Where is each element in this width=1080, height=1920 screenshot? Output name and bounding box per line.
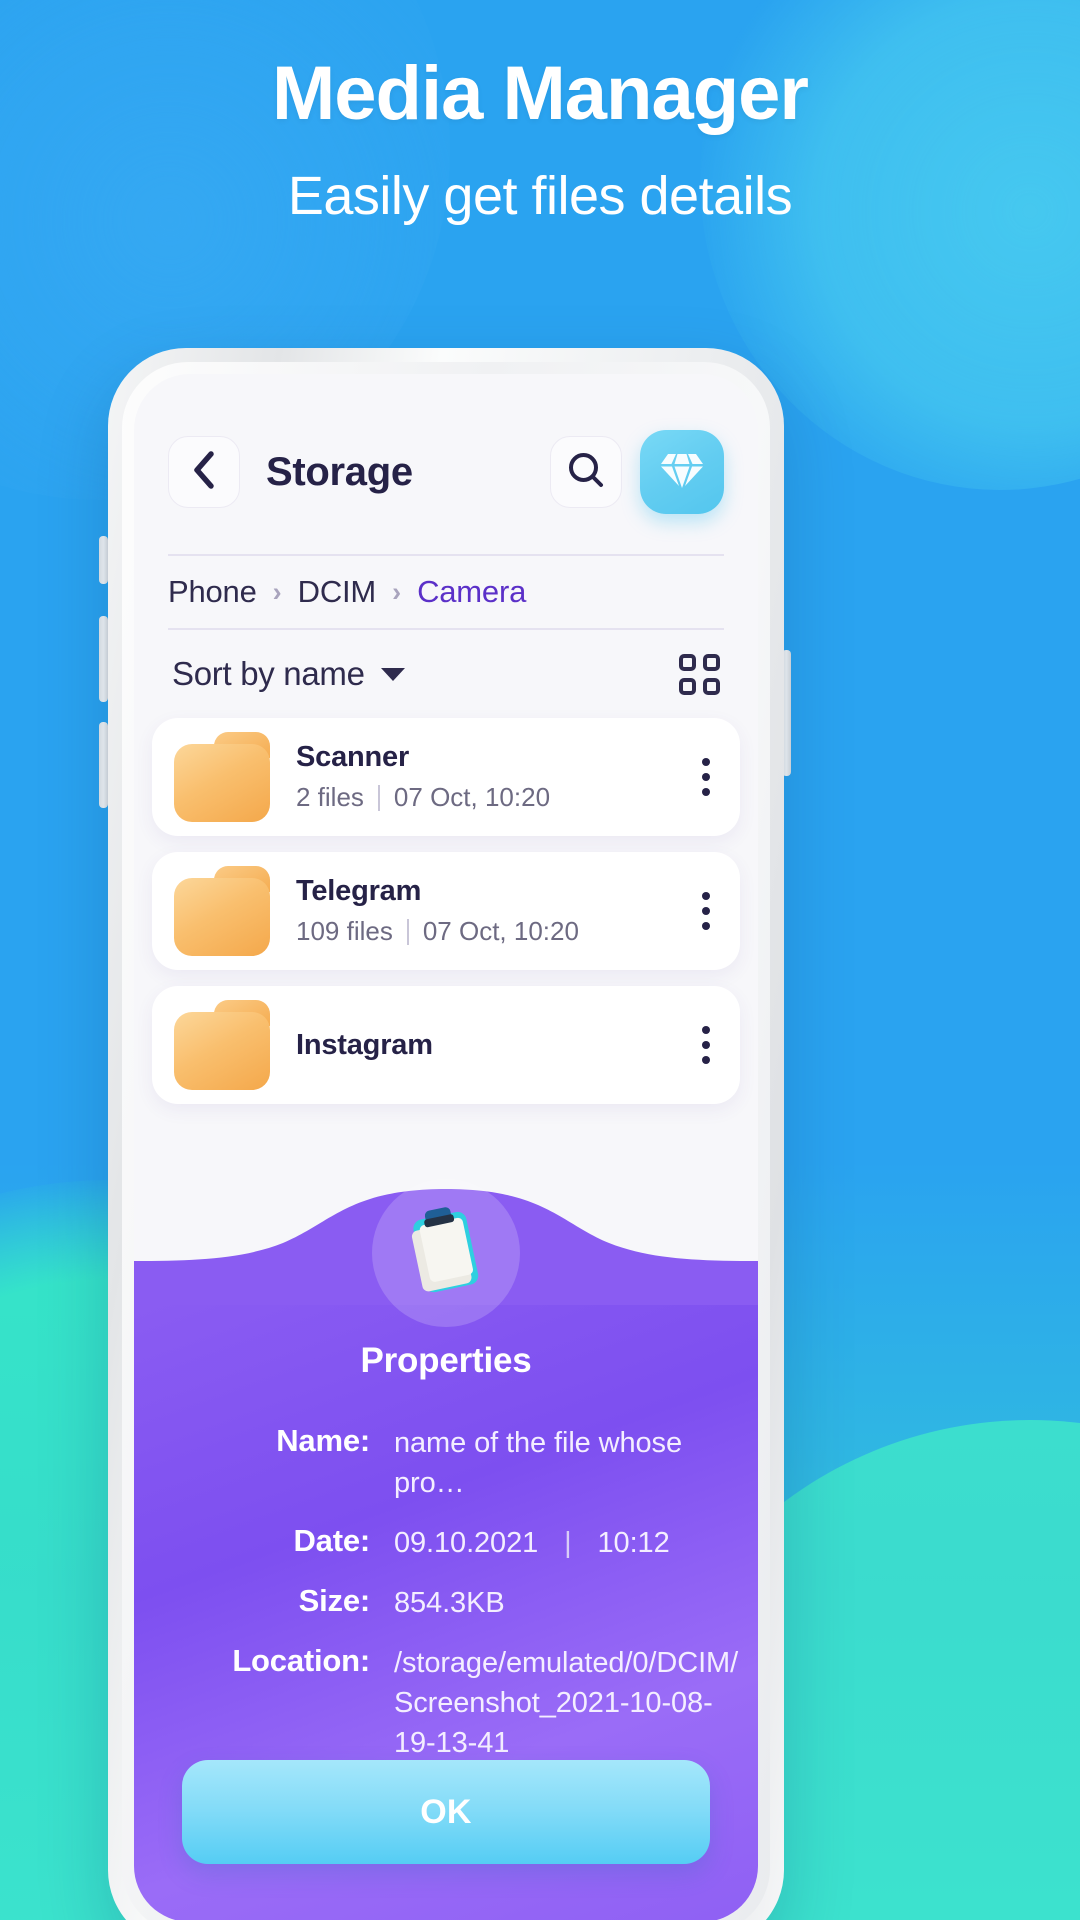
property-key: Location: — [232, 1643, 370, 1679]
breadcrumb: Phone › DCIM › Camera — [134, 556, 758, 628]
dialog-title: Properties — [360, 1341, 532, 1380]
clipboard-icon — [372, 1179, 520, 1327]
file-name: Instagram — [296, 1028, 433, 1061]
file-count: 109 files — [296, 916, 393, 946]
phone-volume-up-button[interactable] — [99, 616, 108, 702]
premium-button[interactable] — [640, 430, 724, 514]
grid-cell — [703, 677, 720, 695]
file-date: 07 Oct, 10:20 — [422, 916, 579, 946]
phone-screen: Storage Phone › DCIM › Camera Sort by na… — [134, 374, 758, 1920]
file-subtitle: 109 files 07 Oct, 10:20 — [296, 916, 702, 947]
grid-cell — [679, 653, 696, 671]
grid-cell — [679, 677, 696, 695]
phone-mute-button[interactable] — [99, 536, 108, 584]
sort-label: Sort by name — [172, 655, 365, 692]
file-name: Telegram — [296, 875, 422, 907]
property-value: 09.10.2021 | 10:12 — [394, 1523, 714, 1563]
breadcrumb-item-phone[interactable]: Phone — [168, 574, 257, 610]
property-key: Name: — [276, 1423, 370, 1458]
sheet-content: Properties Name: name of the file whose … — [134, 1335, 758, 1920]
file-date: 07 Oct, 10:20 — [393, 782, 551, 812]
kebab-menu-icon[interactable] — [702, 1026, 718, 1064]
folder-icon — [174, 732, 270, 822]
sort-dropdown[interactable]: Sort by name — [172, 655, 405, 693]
folder-icon — [174, 1000, 270, 1090]
grid-cell — [703, 653, 720, 671]
search-icon — [566, 450, 606, 495]
diamond-icon — [659, 449, 705, 496]
folder-icon — [174, 866, 270, 956]
chevron-right-icon: › — [272, 576, 282, 607]
divider — [406, 918, 409, 945]
chevron-right-icon: › — [392, 576, 402, 607]
app-header: Storage — [134, 374, 758, 556]
app-header-row: Storage — [168, 430, 724, 514]
file-meta: Telegram 109 files 07 Oct, 10:20 — [296, 875, 702, 947]
property-key: Size: — [298, 1583, 371, 1619]
ok-button[interactable]: OK — [182, 1760, 710, 1864]
file-count: 2 files — [296, 782, 364, 812]
kebab-menu-icon[interactable] — [702, 892, 718, 930]
file-subtitle: 2 files 07 Oct, 10:20 — [296, 782, 702, 813]
property-value: 854.3KB — [394, 1587, 505, 1620]
chevron-down-icon — [380, 667, 405, 681]
property-row-size: Size: 854.3KB — [178, 1583, 714, 1623]
phone-bezel: Storage Phone › DCIM › Camera Sort by na… — [122, 362, 770, 1920]
properties-dialog: Properties Name: name of the file whose … — [134, 1179, 758, 1920]
search-button[interactable] — [550, 436, 622, 508]
file-list: Scanner 2 files 07 Oct, 10:20 Telegram 1… — [134, 718, 758, 1104]
hero-text-block: Media Manager Easily get files details — [0, 56, 1080, 235]
phone-mockup: Storage Phone › DCIM › Camera Sort by na… — [108, 348, 784, 1920]
file-meta: Instagram — [296, 1029, 702, 1062]
toolbar: Sort by name — [134, 630, 758, 718]
back-button[interactable] — [168, 436, 240, 508]
chevron-left-icon — [191, 450, 217, 495]
divider: | — [564, 1527, 572, 1560]
header-divider — [168, 554, 724, 556]
divider — [377, 784, 380, 811]
property-value-date: 09.10.2021 — [394, 1527, 539, 1560]
properties-table: Name: name of the file whose pro… Date: … — [178, 1423, 738, 1803]
table-row[interactable]: Scanner 2 files 07 Oct, 10:20 — [152, 718, 740, 836]
breadcrumb-item-dcim[interactable]: DCIM — [298, 574, 377, 610]
page-title: Storage — [266, 449, 413, 494]
property-value-time: 10:12 — [597, 1527, 670, 1560]
hero-title: Media Manager — [271, 51, 809, 136]
kebab-menu-icon[interactable] — [702, 758, 718, 796]
file-meta: Scanner 2 files 07 Oct, 10:20 — [296, 741, 702, 813]
property-row-name: Name: name of the file whose pro… — [178, 1423, 714, 1503]
breadcrumb-item-camera[interactable]: Camera — [417, 574, 526, 610]
property-value: name of the file whose pro… — [394, 1427, 682, 1500]
property-row-date: Date: 09.10.2021 | 10:12 — [178, 1523, 714, 1563]
table-row[interactable]: Telegram 109 files 07 Oct, 10:20 — [152, 852, 740, 970]
phone-volume-down-button[interactable] — [99, 722, 108, 808]
property-key: Date: — [293, 1523, 370, 1559]
promo-screenshot: Media Manager Easily get files details S… — [0, 0, 1080, 1920]
table-row[interactable]: Instagram — [152, 986, 740, 1104]
file-name: Scanner — [296, 741, 410, 773]
hero-subtitle: Easily get files details — [287, 166, 793, 226]
grid-view-icon[interactable] — [679, 653, 720, 695]
